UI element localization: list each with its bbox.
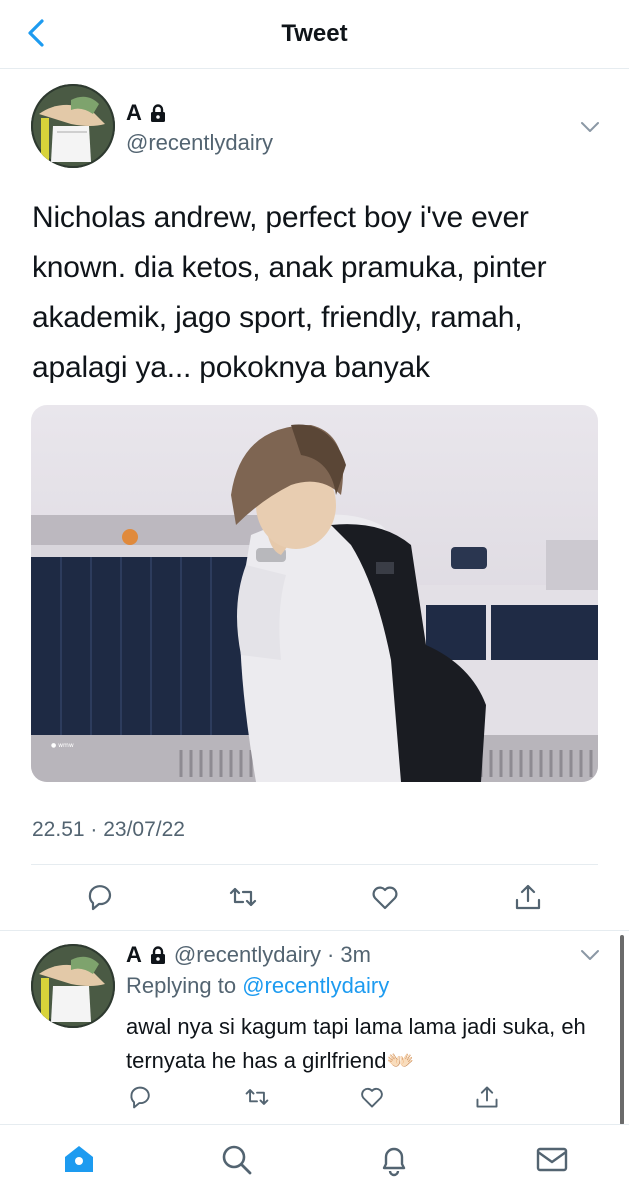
retweet-icon[interactable] <box>228 882 258 912</box>
replying-to: Replying to @recentlydairy <box>126 973 389 999</box>
reply-author-row[interactable]: A @recentlydairy · 3m <box>126 942 371 968</box>
like-icon[interactable] <box>359 1084 385 1110</box>
share-icon[interactable] <box>513 882 543 912</box>
replying-handle-link[interactable]: @recentlydairy <box>242 973 389 998</box>
reply-avatar[interactable] <box>31 944 115 1028</box>
avatar[interactable] <box>31 84 115 168</box>
mail-icon[interactable] <box>534 1141 570 1177</box>
tweet-text: Nicholas andrew, perfect boy i've ever k… <box>32 201 547 384</box>
reply-author-name[interactable]: A <box>126 942 142 968</box>
reply-text: awal nya si kagum tapi lama lama jadi su… <box>126 1010 606 1078</box>
reply-icon[interactable] <box>128 1084 154 1110</box>
replying-prefix: Replying to <box>126 973 237 998</box>
chevron-down-icon[interactable] <box>579 948 601 962</box>
svg-text:● wmw: ● wmw <box>51 742 74 749</box>
lock-icon <box>150 946 165 964</box>
author-name[interactable]: A <box>126 100 142 126</box>
reply-time: · 3m <box>326 942 371 967</box>
search-icon[interactable] <box>218 1141 254 1177</box>
like-icon[interactable] <box>370 882 400 912</box>
author-name-row[interactable]: A <box>126 100 168 126</box>
chevron-down-icon[interactable] <box>579 120 601 134</box>
top-bar: Tweet <box>0 0 629 69</box>
lock-icon <box>150 104 165 122</box>
divider <box>0 930 629 931</box>
reply-emoji: 👐🏻 <box>386 1048 414 1073</box>
bell-icon[interactable] <box>376 1141 412 1177</box>
tweet-photo[interactable]: ● wmw <box>31 405 598 782</box>
reply-author-handle[interactable]: @recentlydairy <box>174 942 321 968</box>
author-handle[interactable]: @recentlydairy <box>126 130 273 156</box>
reply-body: awal nya si kagum tapi lama lama jadi su… <box>126 1014 586 1073</box>
share-icon[interactable] <box>474 1084 500 1110</box>
retweet-icon[interactable] <box>244 1084 270 1110</box>
page-title: Tweet <box>281 20 348 47</box>
timestamp[interactable]: 22.51 · 23/07/22 <box>32 818 185 842</box>
divider <box>31 864 598 865</box>
home-icon[interactable] <box>61 1141 97 1177</box>
scrollbar[interactable] <box>620 935 624 1125</box>
reply-icon[interactable] <box>86 882 116 912</box>
